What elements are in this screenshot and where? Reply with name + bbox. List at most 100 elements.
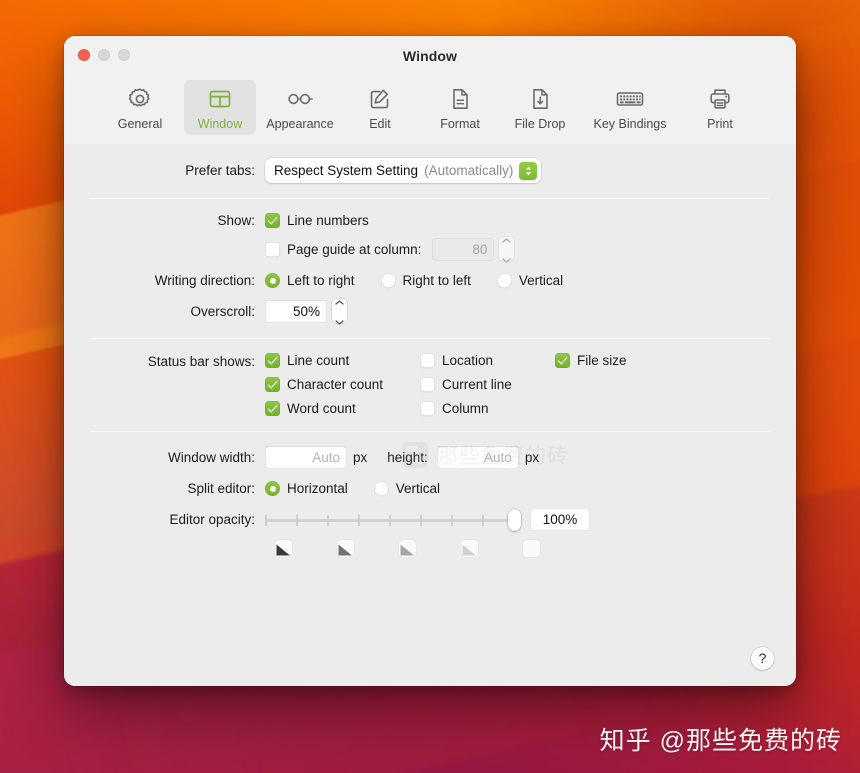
zhihu-watermark: 知乎 @那些免费的砖 (599, 727, 842, 755)
tab-general-label: General (117, 117, 163, 131)
overscroll-field[interactable]: 50% (265, 299, 327, 323)
page-guide-stepper[interactable] (499, 237, 515, 263)
checkbox-file-size[interactable]: File size (555, 353, 627, 368)
checkbox-line-count-box[interactable] (265, 353, 280, 368)
checkbox-column-label: Column (442, 401, 489, 416)
overscroll-stepper[interactable] (332, 299, 347, 325)
prefer-tabs-row: Prefer tabs: Respect System Setting (Aut… (90, 158, 770, 183)
opacity-swatch-3 (399, 540, 416, 557)
slider-tick (327, 514, 329, 526)
overscroll-label: Overscroll: (190, 303, 255, 319)
checkbox-page-guide[interactable]: Page guide at column: (265, 241, 422, 257)
show-label: Show: (217, 213, 255, 228)
checkbox-word-count-label: Word count (287, 401, 356, 416)
document-lines-icon (447, 85, 473, 112)
slider-thumb[interactable] (508, 508, 521, 531)
checkbox-character-count[interactable]: Character count (265, 377, 420, 392)
opacity-preview-swatches (275, 540, 770, 557)
page-guide-column-field[interactable]: 80 (432, 237, 495, 261)
radio-split-horizontal[interactable]: Horizontal (265, 481, 348, 496)
radio-split-vertical-dot[interactable] (373, 481, 389, 496)
tab-key-bindings[interactable]: Key Bindings (584, 80, 676, 135)
tab-print[interactable]: Print (684, 80, 756, 135)
keyboard-icon (614, 85, 646, 112)
radio-right-to-left[interactable]: Right to left (380, 273, 471, 288)
checkbox-word-count[interactable]: Word count (265, 401, 420, 416)
radio-split-vertical-label: Vertical (395, 481, 441, 496)
section-prefer-tabs: Prefer tabs: Respect System Setting (Aut… (90, 144, 770, 198)
radio-vertical[interactable]: Vertical (496, 273, 563, 288)
editor-opacity-value[interactable]: 100% (530, 508, 590, 531)
status-bar-label: Status bar shows: (147, 354, 255, 369)
tab-file-drop-label: File Drop (514, 117, 566, 131)
checkbox-current-line-label: Current line (442, 377, 512, 392)
window-width-unit: px (353, 450, 368, 465)
stepper-down-icon (502, 250, 511, 268)
prefer-tabs-value-suffix: (Automatically) (424, 163, 514, 178)
checkbox-line-numbers[interactable]: Line numbers (265, 213, 369, 228)
show-page-guide-row: x Page guide at column: 80 (90, 237, 770, 263)
editor-opacity-slider[interactable] (265, 508, 521, 531)
checkbox-line-count-label: Line count (287, 353, 350, 368)
window-title: Window (402, 48, 458, 64)
checkbox-column[interactable]: Column (420, 401, 555, 416)
radio-vertical-dot[interactable] (496, 273, 512, 288)
opacity-swatch-4 (461, 540, 478, 557)
split-editor-label: Split editor: (187, 481, 255, 496)
prefer-tabs-popup-button[interactable]: Respect System Setting (Automatically) (265, 158, 542, 183)
checkbox-page-guide-label: Page guide at column: (287, 241, 422, 257)
radio-left-to-right-dot[interactable] (265, 273, 280, 288)
checkbox-file-size-box[interactable] (555, 353, 570, 368)
document-download-icon (527, 85, 553, 112)
overscroll-row: Overscroll: 50% (90, 299, 770, 325)
checkbox-location-box[interactable] (420, 353, 435, 368)
tab-appearance-label: Appearance (266, 117, 334, 131)
slider-tick (358, 514, 360, 526)
checkbox-current-line-box[interactable] (420, 377, 435, 392)
checkbox-line-count[interactable]: Line count (265, 353, 420, 368)
checkbox-file-size-label: File size (577, 353, 627, 368)
checkbox-line-numbers-label: Line numbers (287, 213, 369, 228)
slider-tick (389, 514, 391, 526)
tab-key-bindings-label: Key Bindings (593, 117, 667, 131)
prefer-tabs-label: Prefer tabs: (185, 163, 255, 178)
checkbox-character-count-box[interactable] (265, 377, 280, 392)
radio-right-to-left-dot[interactable] (380, 273, 396, 288)
window-layout-icon (207, 85, 233, 112)
preferences-content: 那些免费的砖 Prefer tabs: Respect System Setti… (64, 144, 796, 686)
help-button[interactable]: ? (751, 647, 774, 670)
radio-split-horizontal-dot[interactable] (265, 481, 280, 496)
section-window-size: Window width: Auto px height: Auto px Sp… (90, 432, 770, 572)
status-grid-empty-2 (555, 401, 627, 416)
tab-print-label: Print (707, 117, 733, 131)
section-show: Show: Line numbers x Page guide at colum… (90, 199, 770, 338)
checkbox-page-guide-box[interactable] (265, 241, 280, 257)
editor-opacity-row: Editor opacity: 100% (90, 508, 770, 531)
checkbox-current-line[interactable]: Current line (420, 377, 555, 392)
radio-split-vertical[interactable]: Vertical (373, 481, 441, 496)
tab-appearance[interactable]: Appearance (264, 80, 336, 135)
tab-general[interactable]: General (104, 80, 176, 135)
printer-icon (707, 85, 733, 112)
window-height-input[interactable]: Auto (436, 446, 519, 469)
checkbox-location[interactable]: Location (420, 353, 555, 368)
gear-icon (127, 85, 153, 112)
checkbox-word-count-box[interactable] (265, 401, 280, 416)
desktop-wallpaper: Window General Window Appearance Edit Fo… (0, 0, 860, 773)
slider-tick (482, 514, 484, 526)
radio-right-to-left-label: Right to left (402, 273, 471, 288)
status-bar-options: Line count Location File size Character … (265, 353, 627, 416)
tab-file-drop[interactable]: File Drop (504, 80, 576, 135)
checkbox-location-label: Location (442, 353, 494, 368)
tab-format[interactable]: Format (424, 80, 496, 135)
show-line-numbers-row: Show: Line numbers (90, 213, 770, 228)
tab-window[interactable]: Window (184, 80, 256, 135)
window-width-label: Window width: (167, 450, 255, 465)
tab-edit-label: Edit (369, 117, 391, 131)
checkbox-column-box[interactable] (420, 401, 435, 416)
window-width-input[interactable]: Auto (265, 446, 347, 469)
tab-edit[interactable]: Edit (344, 80, 416, 135)
checkbox-line-numbers-box[interactable] (265, 213, 280, 228)
tab-window-label: Window (197, 117, 243, 131)
radio-left-to-right[interactable]: Left to right (265, 273, 355, 288)
